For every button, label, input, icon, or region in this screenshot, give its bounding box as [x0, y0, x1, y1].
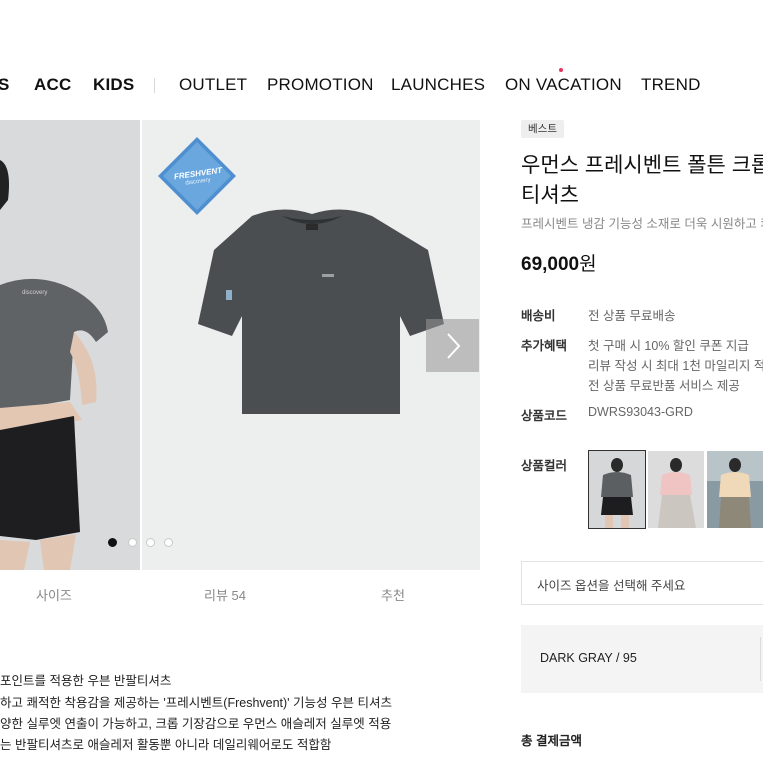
nav-item-outlet[interactable]: OUTLET — [179, 74, 247, 96]
description-line: 는 반팔티셔츠로 애슬레저 활동뿐 아니라 데일리웨어로도 적합함 — [0, 738, 332, 752]
benefit-item: 전 상품 무료반품 서비스 제공 — [588, 379, 740, 393]
next-slide-button[interactable] — [426, 319, 479, 372]
svg-text:discovery: discovery — [22, 290, 47, 296]
nav-item-s[interactable]: S — [0, 74, 10, 96]
slide-dot-1[interactable] — [108, 538, 117, 547]
price-amount: 69,000 — [521, 254, 580, 275]
nav-item-on-vacation[interactable]: ON VACATION — [505, 74, 622, 96]
tab-size[interactable]: 사이즈 — [36, 585, 72, 604]
benefit-item: 리뷰 작성 시 최대 1천 마일리지 적 — [588, 359, 763, 373]
selected-option-text: DARK GRAY / 95 — [540, 651, 637, 665]
tab-recommend[interactable]: 추천 — [381, 585, 405, 604]
slide-dot-3[interactable] — [146, 538, 155, 547]
color-swatch-beige[interactable] — [707, 451, 763, 528]
slide-dot-2[interactable] — [128, 538, 137, 547]
selected-option-row: DARK GRAY / 95 — [521, 625, 763, 693]
product-price: 69,000원 — [521, 249, 597, 276]
size-option-select[interactable]: 사이즈 옵션을 선택해 주세요 — [521, 561, 763, 605]
product-code-value: DWRS93043-GRD — [588, 405, 693, 419]
detail-tabs: 사이즈 리뷰 54 추천 — [0, 585, 480, 605]
color-swatch-dark-gray[interactable] — [588, 450, 646, 529]
benefit-item: 첫 구매 시 10% 할인 쿠폰 지급 — [588, 339, 749, 353]
nav-item-promotion[interactable]: PROMOTION — [267, 74, 374, 96]
nav-item-launches[interactable]: LAUNCHES — [391, 74, 485, 96]
product-subtitle: 프레시벤트 냉감 기능성 소재로 더욱 시원하고 쾌 — [521, 217, 763, 231]
model-photo: discovery — [0, 120, 140, 570]
description-line: 양한 실루엣 연출이 가능하고, 크롭 기장감으로 우먼스 애슬레저 실루엣 적… — [0, 717, 392, 731]
product-title-line2: 티셔츠 — [521, 184, 579, 207]
product-code-label: 상품코드 — [521, 409, 568, 423]
chevron-right-icon — [446, 332, 460, 359]
nav-divider — [154, 78, 155, 93]
best-badge: 베스트 — [521, 120, 564, 138]
new-indicator-dot — [559, 68, 563, 72]
nav-item-kids[interactable]: KIDS — [93, 74, 134, 96]
description-line: 하고 쾌적한 착용감을 제공하는 '프레시벤트(Freshvent)' 기능성 … — [0, 696, 392, 710]
total-price-label: 총 결제금액 — [521, 734, 582, 748]
top-navigation: S ACC KIDS OUTLET PROMOTION LAUNCHES ON … — [0, 68, 763, 98]
benefit-label: 추가혜택 — [521, 339, 568, 353]
size-select-placeholder: 사이즈 옵션을 선택해 주세요 — [537, 579, 686, 593]
slide-dot-4[interactable] — [164, 538, 173, 547]
shipping-label: 배송비 — [521, 309, 556, 323]
description-line: 포인트를 적용한 우븐 반팔티셔츠 — [0, 674, 172, 688]
option-divider — [760, 637, 761, 681]
shipping-value: 전 상품 무료배송 — [588, 309, 676, 323]
nav-item-trend[interactable]: TREND — [641, 74, 701, 96]
color-swatch-pink[interactable] — [648, 451, 704, 528]
price-unit: 원 — [579, 254, 597, 275]
product-title: 우먼스 프레시벤트 폴튼 크롭 — [521, 154, 763, 177]
product-color-label: 상품컬러 — [521, 459, 568, 473]
tab-reviews[interactable]: 리뷰 54 — [204, 585, 246, 604]
nav-item-acc[interactable]: ACC — [34, 74, 71, 96]
